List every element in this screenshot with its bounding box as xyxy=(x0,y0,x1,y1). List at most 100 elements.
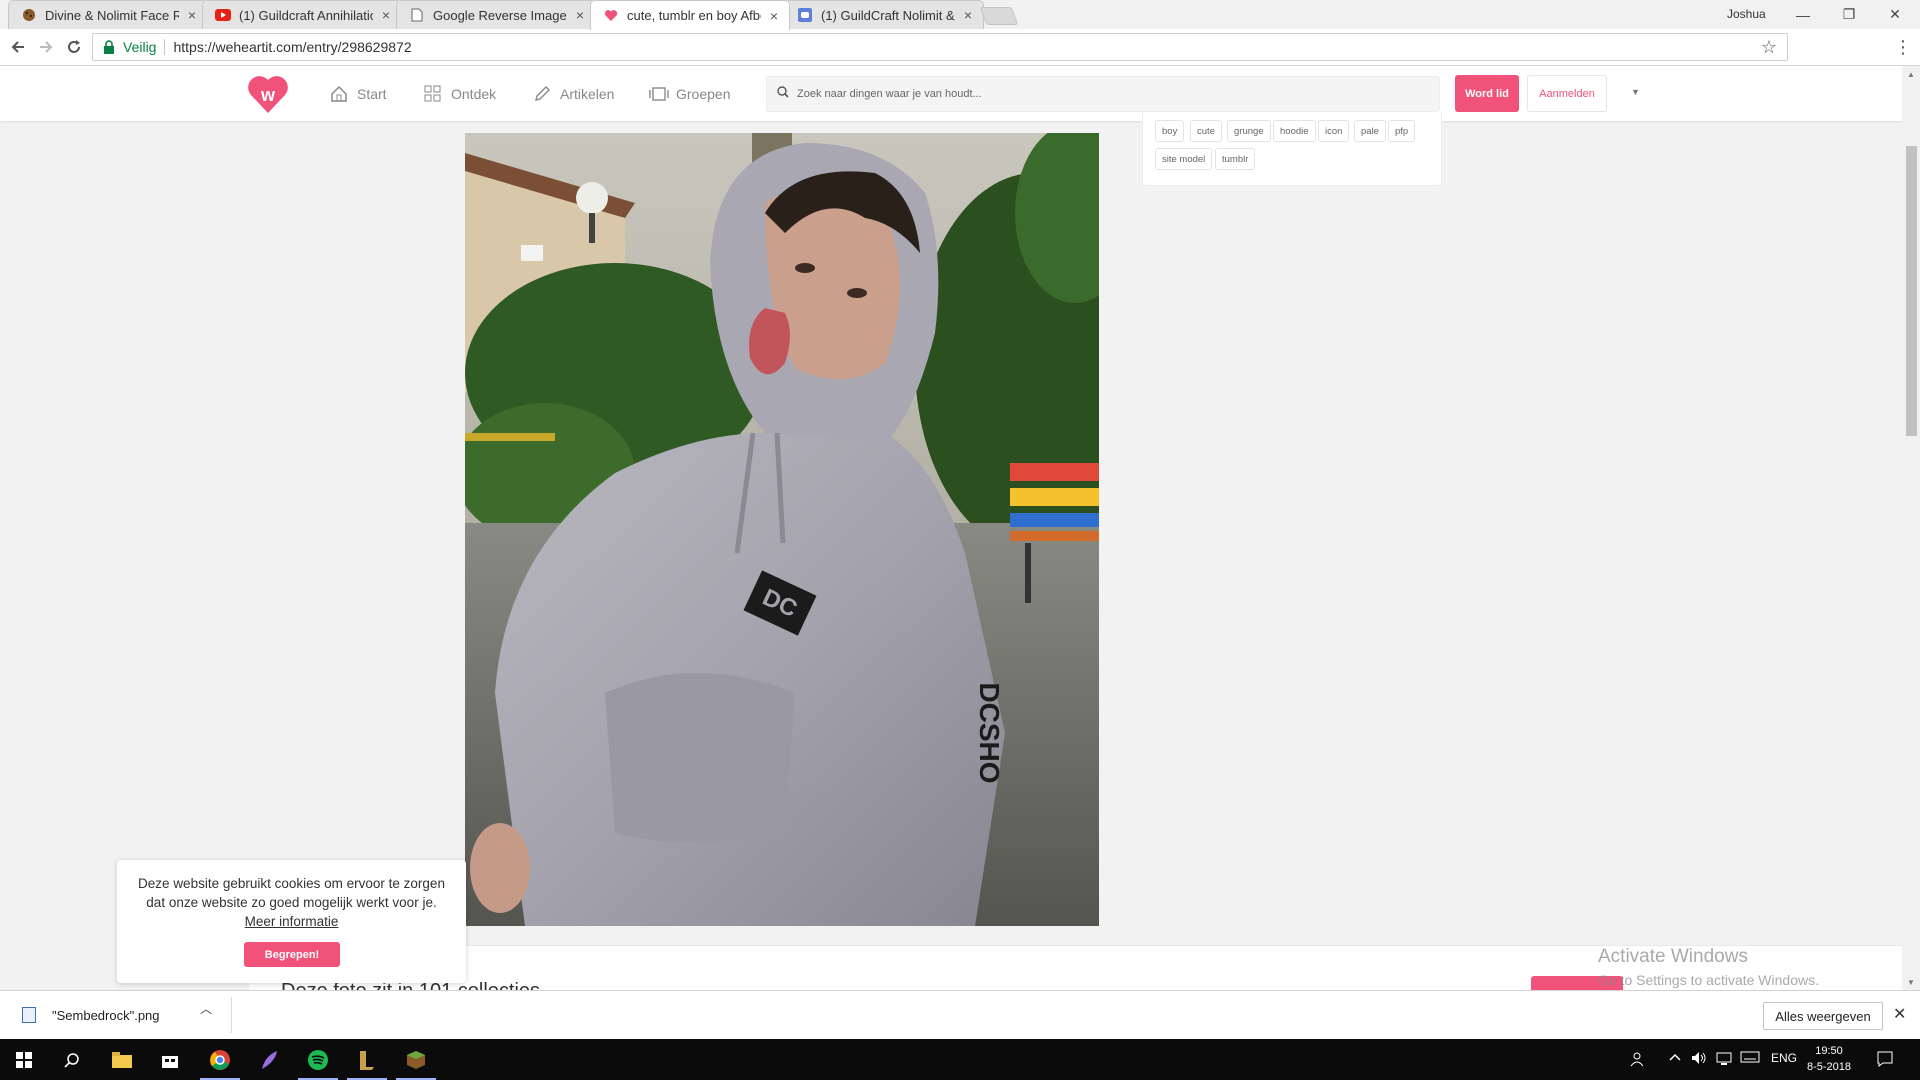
tab-title: (1) Guildcraft Annihilatio xyxy=(239,7,373,23)
action-center-icon[interactable] xyxy=(1877,1051,1893,1070)
url-text[interactable]: https://weheartit.com/entry/298629872 xyxy=(173,39,411,55)
tab-close-icon[interactable]: × xyxy=(961,7,975,23)
file-icon xyxy=(22,1007,36,1023)
language-indicator[interactable]: ENG xyxy=(1771,1051,1797,1065)
league-launcher-icon[interactable] xyxy=(343,1039,391,1080)
store-icon[interactable] xyxy=(146,1039,194,1080)
tab-close-icon[interactable]: × xyxy=(379,7,393,23)
tag-hoodie[interactable]: hoodie xyxy=(1273,120,1316,142)
nav-groepen-label: Groepen xyxy=(676,86,731,102)
browser-tab-1[interactable]: Divine & Nolimit Face Re × xyxy=(8,0,208,29)
nav-artikelen[interactable]: Artikelen xyxy=(533,85,614,103)
clock-date: 8-5-2018 xyxy=(1807,1061,1852,1073)
close-window-icon[interactable]: ✕ xyxy=(1872,0,1918,29)
svg-text:DCSHO: DCSHO xyxy=(974,682,1005,783)
scroll-thumb[interactable] xyxy=(1906,146,1917,436)
tab-close-icon[interactable]: × xyxy=(767,8,781,24)
home-icon xyxy=(330,85,348,103)
browser-tab-4[interactable]: cute, tumblr en boy Afbe × xyxy=(590,0,790,30)
cookie-text: Deze website gebruikt cookies om ervoor … xyxy=(129,874,454,931)
tab-title: cute, tumblr en boy Afbe xyxy=(627,8,761,23)
join-button[interactable]: Word lid xyxy=(1455,75,1519,112)
people-icon[interactable] xyxy=(1630,1051,1646,1070)
windows-start-icon[interactable] xyxy=(0,1039,48,1080)
download-item[interactable]: "Sembedrock".png xyxy=(14,999,230,1031)
watermark-subtitle: Go to Settings to activate Windows. xyxy=(1598,972,1819,988)
feather-app-icon[interactable] xyxy=(245,1039,293,1080)
tag-pale[interactable]: pale xyxy=(1354,120,1386,142)
profile-name[interactable]: Joshua xyxy=(1727,7,1766,21)
weheartit-logo[interactable]: w xyxy=(247,73,289,115)
chevron-down-icon[interactable]: ▼ xyxy=(1631,87,1640,97)
file-explorer-icon[interactable] xyxy=(98,1039,146,1080)
windows-taskbar: ENG 19:50 8-5-2018 xyxy=(0,1039,1920,1080)
spotify-icon[interactable] xyxy=(294,1039,342,1080)
tab-close-icon[interactable]: × xyxy=(185,7,199,23)
close-shelf-icon[interactable]: ✕ xyxy=(1893,1004,1906,1024)
nav-start[interactable]: Start xyxy=(330,85,387,103)
search-icon[interactable] xyxy=(48,1039,96,1080)
pen-icon xyxy=(533,85,551,103)
heart-favicon-icon xyxy=(603,8,619,24)
tag-cute[interactable]: cute xyxy=(1190,120,1222,142)
tag-pfp[interactable]: pfp xyxy=(1388,120,1416,142)
tag-site-model[interactable]: site model xyxy=(1155,148,1213,170)
shelf-divider xyxy=(231,997,232,1033)
chrome-icon[interactable] xyxy=(196,1039,244,1080)
browser-tab-5[interactable]: (1) GuildCraft Nolimit & D × xyxy=(784,0,984,29)
watermark-title: Activate Windows xyxy=(1598,946,1748,967)
chevron-up-icon[interactable]: ︿ xyxy=(200,1000,212,1017)
activation-watermark: Activate Windows Go to Settings to activ… xyxy=(1598,946,1819,988)
tab-close-icon[interactable]: × xyxy=(573,7,587,23)
minecraft-icon[interactable] xyxy=(392,1039,440,1080)
reload-icon[interactable] xyxy=(62,35,86,59)
address-bar[interactable]: Veilig https://weheartit.com/entry/29862… xyxy=(92,33,1788,61)
tag-tumblr[interactable]: tumblr xyxy=(1215,148,1256,170)
login-button[interactable]: Aanmelden xyxy=(1527,75,1607,112)
discord-favicon-icon xyxy=(797,7,813,23)
browser-menu-icon[interactable]: ⋮ xyxy=(1894,37,1912,58)
cookie-notice: Deze website gebruikt cookies om ervoor … xyxy=(117,860,466,983)
minimize-icon[interactable]: — xyxy=(1780,0,1826,29)
secure-label: Veilig xyxy=(123,39,157,55)
site-header: w Start Ontdek Artikelen Groepen Word li… xyxy=(0,66,1902,122)
tab-title: (1) GuildCraft Nolimit & D xyxy=(821,7,955,23)
browser-tab-2[interactable]: (1) Guildcraft Annihilatio × xyxy=(202,0,402,29)
nav-ontdek[interactable]: Ontdek xyxy=(424,85,496,103)
tray-chevron-up-icon[interactable] xyxy=(1669,1051,1681,1066)
search-input[interactable] xyxy=(797,88,1397,100)
lock-icon xyxy=(103,40,115,54)
collection-icon xyxy=(649,85,669,103)
tag-grunge[interactable]: grunge xyxy=(1227,120,1271,142)
cookie-accept-button[interactable]: Begrepen! xyxy=(244,942,340,967)
clock-time: 19:50 xyxy=(1815,1045,1843,1057)
page-scrollbar[interactable]: ▲ ▼ xyxy=(1902,66,1920,990)
grid-icon xyxy=(424,85,442,103)
svg-text:w: w xyxy=(260,85,276,105)
bookmark-star-icon[interactable]: ☆ xyxy=(1761,37,1777,58)
tag-icon[interactable]: icon xyxy=(1318,120,1350,142)
scroll-down-icon[interactable]: ▼ xyxy=(1902,974,1920,990)
page-favicon-icon xyxy=(409,7,425,23)
scroll-up-icon[interactable]: ▲ xyxy=(1902,66,1920,82)
more-info-link[interactable]: Meer informatie xyxy=(245,914,339,929)
network-icon[interactable] xyxy=(1716,1051,1732,1068)
restore-icon[interactable]: ❐ xyxy=(1826,0,1872,29)
browser-tab-3[interactable]: Google Reverse Image Se × xyxy=(396,0,596,29)
tag-card: boy cute grunge hoodie icon pale pfp sit… xyxy=(1142,112,1442,186)
download-shelf: "Sembedrock".png ︿ Alles weergeven ✕ xyxy=(0,990,1920,1039)
nav-groepen[interactable]: Groepen xyxy=(649,85,730,103)
cookie-favicon-icon xyxy=(21,7,37,23)
clock[interactable]: 19:50 8-5-2018 xyxy=(1807,1043,1851,1075)
forward-arrow-icon[interactable] xyxy=(34,35,58,59)
keyboard-icon[interactable] xyxy=(1740,1051,1760,1066)
download-file-name: "Sembedrock".png xyxy=(52,1007,160,1023)
tag-boy[interactable]: boy xyxy=(1155,120,1185,142)
site-search-box[interactable] xyxy=(766,76,1440,112)
back-arrow-icon[interactable] xyxy=(6,35,30,59)
entry-photo[interactable]: DC DCSHO xyxy=(465,133,1099,926)
volume-icon[interactable] xyxy=(1691,1051,1707,1068)
show-all-downloads-button[interactable]: Alles weergeven xyxy=(1763,1002,1883,1030)
new-tab-button[interactable] xyxy=(979,7,1019,25)
omnibox-divider xyxy=(164,39,166,55)
